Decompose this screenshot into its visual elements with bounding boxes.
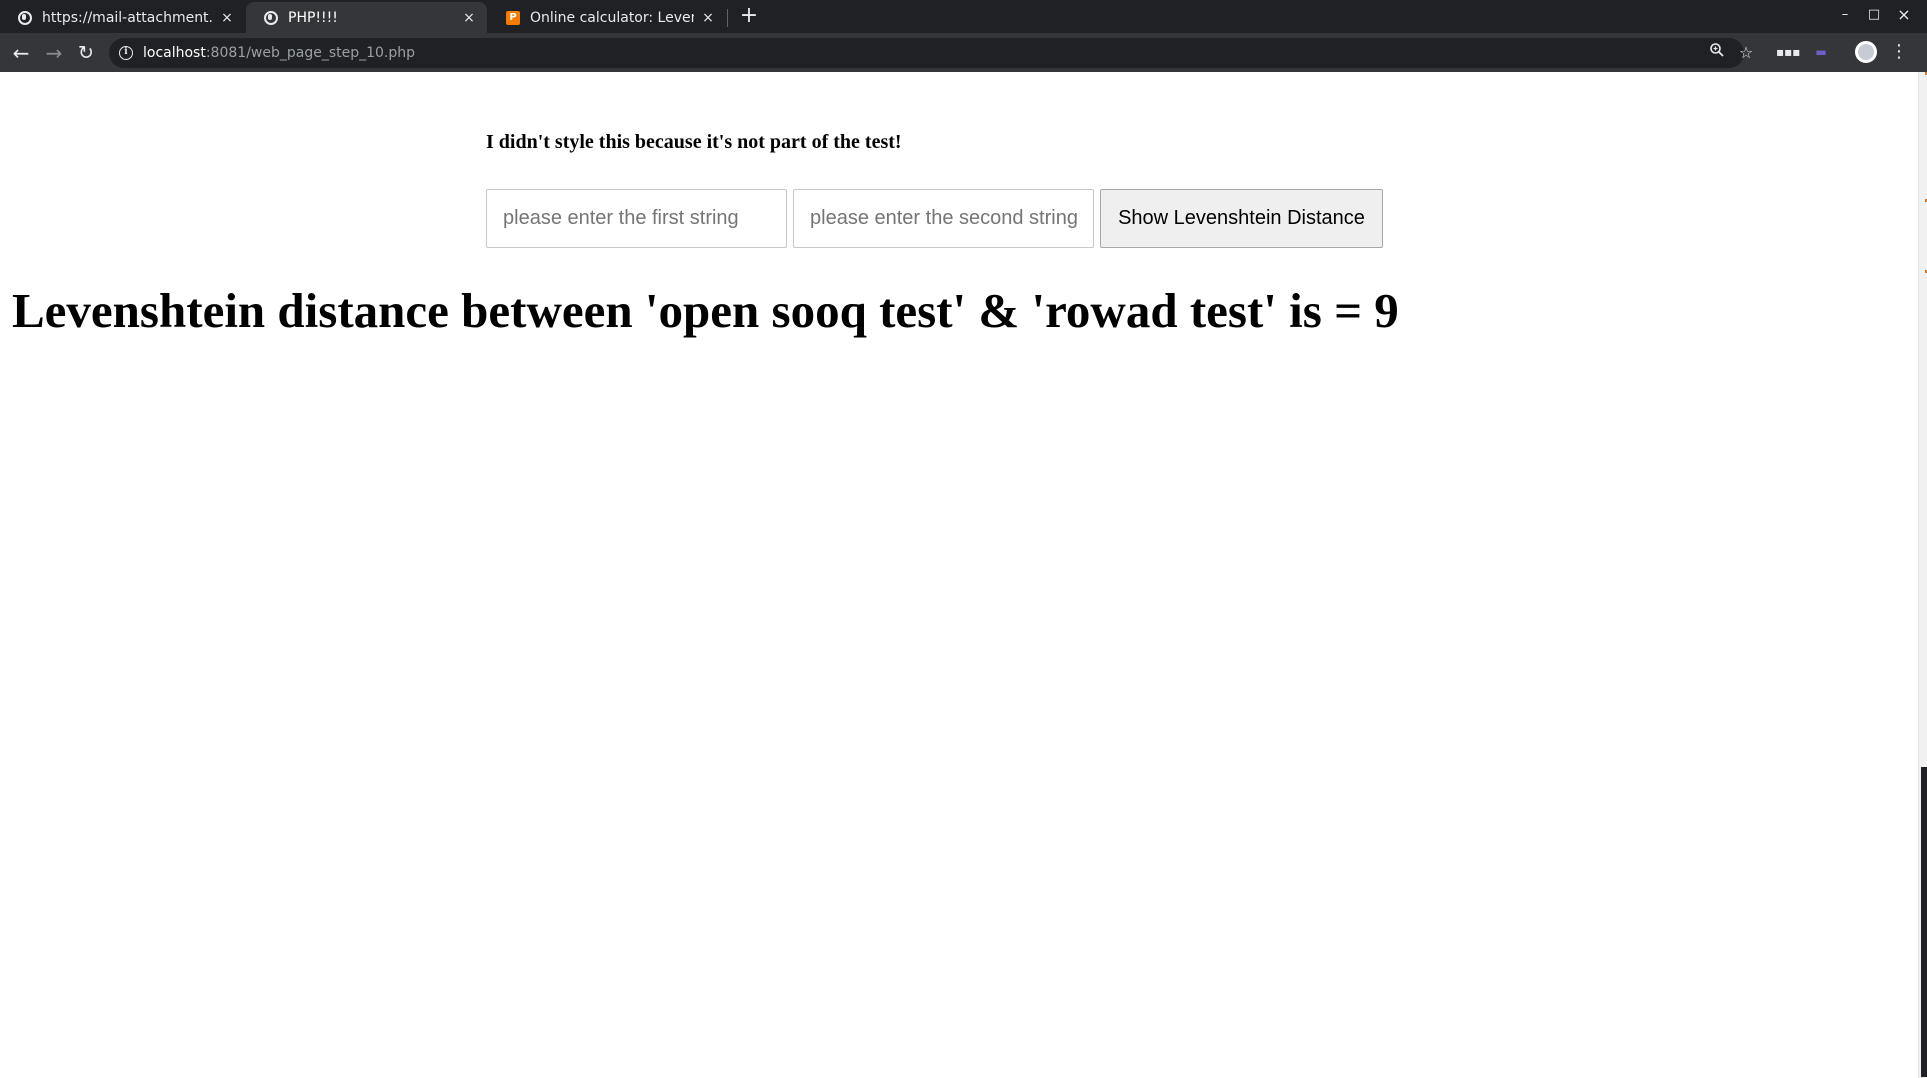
url-path: :8081/web_page_step_10.php <box>205 45 416 61</box>
planetcalc-icon: P <box>506 10 520 25</box>
url-text[interactable]: localhost:8081/web_page_step_10.php <box>143 45 415 61</box>
browser-toolbar: ← → ↻ i localhost:8081/web_page_step_10.… <box>0 33 1927 73</box>
kebab-menu-icon[interactable]: ⋮ <box>1890 41 1908 63</box>
maximize-button[interactable]: □ <box>1860 4 1888 26</box>
globe-icon <box>18 10 32 25</box>
tab-title: PHP!!!! <box>288 9 338 26</box>
new-tab-button[interactable]: + <box>737 4 761 28</box>
bookmark-star-icon[interactable]: ☆ <box>1735 42 1757 64</box>
reload-icon[interactable]: ↻ <box>72 39 100 67</box>
page-content: I didn't style this because it's not par… <box>0 72 1918 1078</box>
first-string-input[interactable] <box>486 189 787 248</box>
close-tab-icon[interactable]: × <box>461 10 477 26</box>
globe-icon <box>264 10 278 25</box>
url-host: localhost <box>143 45 206 61</box>
tab-title: Online calculator: Levensh <box>530 9 694 26</box>
scrollbar-thumb[interactable] <box>1921 767 1927 1077</box>
second-string-input[interactable] <box>793 189 1094 248</box>
close-tab-icon[interactable]: × <box>219 10 235 26</box>
address-bar[interactable]: i localhost:8081/web_page_step_10.php ☆ <box>109 38 1753 68</box>
close-tab-icon[interactable]: × <box>700 10 716 26</box>
back-arrow-icon[interactable]: ← <box>7 39 35 67</box>
tab-php[interactable]: PHP!!!! × <box>246 2 487 33</box>
extension-icon[interactable]: ▪▪▪ <box>1776 43 1800 61</box>
unstyled-note: I didn't style this because it's not par… <box>486 131 902 153</box>
profile-avatar-icon[interactable] <box>1855 41 1877 63</box>
tab-online-calculator[interactable]: P Online calculator: Levensh × <box>488 2 726 33</box>
minimize-button[interactable]: – <box>1831 4 1859 26</box>
zoom-icon[interactable] <box>1706 42 1728 64</box>
page-scrollbar[interactable] <box>1918 72 1927 1078</box>
tab-strip: https://mail-attachment.g × PHP!!!! × P … <box>0 0 1927 33</box>
show-levenshtein-distance-button[interactable]: Show Levenshtein Distance <box>1100 189 1383 248</box>
close-window-button[interactable]: × <box>1890 4 1918 26</box>
site-info-icon[interactable]: i <box>119 46 133 60</box>
levenshtein-result-heading: Levenshtein distance between 'open sooq … <box>12 283 1399 338</box>
tab-title: https://mail-attachment.g <box>42 9 213 26</box>
tab-mail-attachment[interactable]: https://mail-attachment.g × <box>0 2 245 33</box>
forward-arrow-icon[interactable]: → <box>40 39 68 67</box>
extension-icon[interactable]: ▬ <box>1810 43 1832 61</box>
tab-separator <box>727 9 728 27</box>
